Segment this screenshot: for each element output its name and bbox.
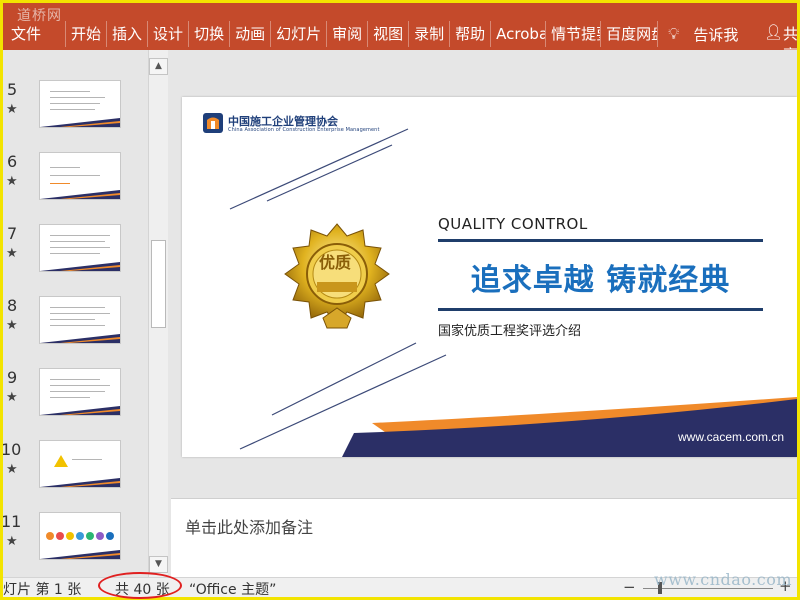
notes-placeholder[interactable]: 单击此处添加备注 [185,514,313,538]
thumbnail-number: 6 [7,152,18,171]
tab-baidu-netdisk[interactable]: 百度网盘 [601,21,659,47]
thumbnail-image [39,80,121,128]
ribbon-tabs: 文件 开始 插入 设计 切换 动画 幻灯片 审阅 视图 录制 帮助 Acroba… [3,21,738,47]
tab-slideshow[interactable]: 幻灯片 [271,21,328,47]
tab-review[interactable]: 审阅 [327,21,369,47]
tab-acrobat[interactable]: Acrobat [491,21,547,47]
scroll-up-arrow-icon[interactable]: ▲ [149,58,168,75]
thumbnail-image [39,512,121,560]
thumbnail-image [39,296,121,344]
animation-star-icon: ★ [6,102,18,117]
tab-view[interactable]: 视图 [368,21,410,47]
red-highlight-ellipse [98,572,182,599]
thumbnail-slide-10[interactable]: 10 ★ [3,440,143,496]
animation-star-icon: ★ [6,534,18,549]
ribbon-tab-bar: 道桥网 文件 开始 插入 设计 切换 动画 幻灯片 审阅 视图 录制 帮助 Ac… [3,3,797,64]
lightbulb-icon[interactable]: 💡︎ [668,24,679,44]
thumbnail-number: 9 [7,368,18,387]
powerpoint-window: 道桥网 文件 开始 插入 设计 切换 动画 幻灯片 审阅 视图 录制 帮助 Ac… [0,0,800,600]
thumbnail-scrollbar[interactable]: ▲ ▼ [148,50,168,577]
notes-pane[interactable]: 单击此处添加备注 [171,498,797,578]
website-url: www.cacem.com.cn [678,430,785,444]
theme-name: “Office 主题” [189,582,277,598]
thumbnail-number: 11 [1,512,22,531]
animation-star-icon: ★ [6,390,18,405]
thumbnail-slide-6[interactable]: 6 ★ [3,152,143,208]
slide-editor: 中国施工企业管理协会 China Association of Construc… [171,50,797,498]
thumbnail-slide-7[interactable]: 7 ★ [3,224,143,280]
tab-home[interactable]: 开始 [66,21,108,47]
thumbnail-image [39,440,121,488]
animation-star-icon: ★ [6,174,18,189]
slide-position-indicator: 幻灯片 第 1 张 [2,582,82,598]
thumbnail-number: 5 [7,80,18,99]
thumbnail-number: 10 [1,440,22,459]
scroll-down-arrow-icon[interactable]: ▼ [149,556,168,573]
user-add-icon: 👤︎ [763,23,783,41]
zoom-out-button[interactable]: − [623,578,636,596]
tab-design[interactable]: 设计 [148,21,190,47]
tab-storyboard[interactable]: 情节提要 [546,21,602,47]
thumbnail-image [39,152,121,200]
thumbnail-slide-8[interactable]: 8 ★ [3,296,143,352]
thumbnail-image [39,368,121,416]
tell-me-search[interactable]: 告诉我 [693,24,738,45]
thumbnail-slide-11[interactable]: 11 ★ [3,512,143,568]
bottom-swoosh-band [342,397,797,457]
tab-record[interactable]: 录制 [409,21,451,47]
watermark-logo-bottom: www.cndao.com [654,570,793,589]
scrollbar-thumb[interactable] [151,240,166,328]
thumbnail-number: 8 [7,296,18,315]
thumbnail-image [39,224,121,272]
slide-thumbnail-pane: 5 ★ 6 ★ 7 ★ 8 ★ 9 ★ 10 ★ 11 ★ [3,50,171,577]
animation-star-icon: ★ [6,318,18,333]
animation-star-icon: ★ [6,246,18,261]
thumbnail-slide-5[interactable]: 5 ★ [3,80,143,136]
tab-help[interactable]: 帮助 [450,21,492,47]
thumbnail-number: 7 [7,224,18,243]
tab-file[interactable]: 文件 [3,21,67,47]
thumbnail-slide-9[interactable]: 9 ★ [3,368,143,424]
tab-animations[interactable]: 动画 [230,21,272,47]
current-slide[interactable]: 中国施工企业管理协会 China Association of Construc… [182,97,797,457]
animation-star-icon: ★ [6,462,18,477]
tab-insert[interactable]: 插入 [107,21,149,47]
tab-transitions[interactable]: 切换 [189,21,231,47]
